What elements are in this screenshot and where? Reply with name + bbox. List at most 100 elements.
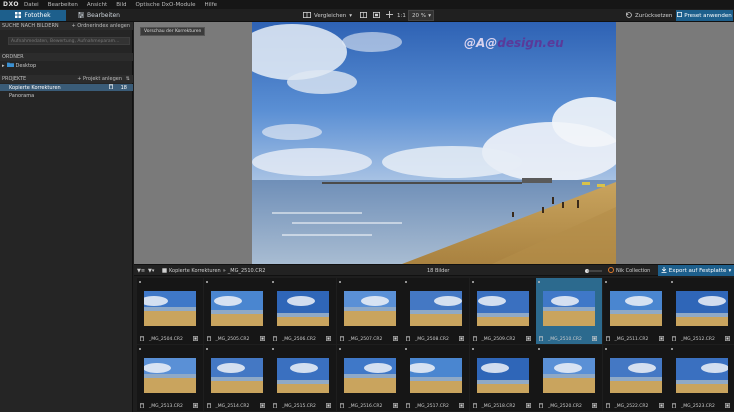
- filter-dropdown[interactable]: ▼▾: [148, 267, 154, 275]
- sort-icon[interactable]: ⇅: [126, 76, 130, 82]
- thumbnail-cell[interactable]: _MG_2513.CR2: [137, 345, 203, 411]
- tab-edit[interactable]: Bearbeiten: [66, 10, 132, 21]
- pick-marker[interactable]: [338, 348, 341, 350]
- pick-marker[interactable]: [604, 281, 607, 283]
- thumbnail-cell[interactable]: _MG_2516.CR2: [336, 345, 403, 411]
- search-input[interactable]: Aufnahmedaten, Bewertung, Aufnahmeparam.…: [8, 37, 130, 45]
- thumbnail-image[interactable]: [343, 358, 396, 393]
- pick-marker[interactable]: [139, 281, 141, 283]
- menu-view[interactable]: Ansicht: [87, 2, 107, 8]
- breadcrumb-project[interactable]: Kopierte Korrekturen: [169, 268, 221, 274]
- apply-preset-button[interactable]: Preset anwenden: [676, 10, 733, 21]
- trash-icon[interactable]: [109, 84, 113, 91]
- pick-marker[interactable]: [538, 348, 540, 350]
- zoom-select[interactable]: 20 % ▾: [408, 10, 434, 21]
- image-viewer[interactable]: Vorschau der Korrekturen @A@design.eu: [134, 22, 734, 264]
- trash-icon[interactable]: [140, 336, 144, 343]
- trash-icon[interactable]: [273, 403, 277, 410]
- trash-icon[interactable]: [472, 336, 477, 343]
- thumbnail-image[interactable]: [543, 358, 595, 393]
- trash-icon[interactable]: [273, 336, 277, 343]
- fit-view-button[interactable]: [373, 10, 380, 21]
- thumbnail-image[interactable]: [343, 291, 396, 326]
- pick-marker[interactable]: [205, 348, 208, 350]
- trash-icon[interactable]: [140, 403, 144, 410]
- thumbnail-image[interactable]: [609, 358, 662, 393]
- move-tool-button[interactable]: [386, 10, 393, 21]
- create-folder-index-button[interactable]: + Ordnerindex anlegen: [71, 23, 130, 29]
- thumbnail-image[interactable]: [277, 291, 329, 326]
- pick-marker[interactable]: [272, 281, 274, 283]
- menu-file[interactable]: Datei: [24, 2, 39, 8]
- pick-marker[interactable]: [538, 281, 540, 283]
- trash-icon[interactable]: [672, 403, 676, 410]
- thumbnail-image[interactable]: [410, 291, 462, 326]
- thumbnail-cell[interactable]: _MG_2506.CR2: [270, 278, 336, 344]
- pick-marker[interactable]: [471, 281, 474, 283]
- thumbnail-size-slider[interactable]: [584, 267, 602, 275]
- thumbnail-image[interactable]: [543, 291, 595, 326]
- pick-marker[interactable]: [272, 348, 274, 350]
- pick-marker[interactable]: [604, 348, 607, 350]
- pick-marker[interactable]: [405, 348, 407, 350]
- pick-marker[interactable]: [471, 348, 474, 350]
- thumbnail-cell[interactable]: _MG_2507.CR2: [336, 278, 403, 344]
- thumbnail-cell[interactable]: _MG_2518.CR2: [469, 345, 536, 411]
- trash-icon[interactable]: [406, 336, 410, 343]
- export-to-disk-button[interactable]: Export auf Festplatte ▾: [658, 265, 734, 276]
- trash-icon[interactable]: [539, 403, 543, 410]
- thumbnail-cell[interactable]: _MG_2522.CR2: [602, 345, 669, 411]
- menu-help[interactable]: Hilfe: [205, 2, 218, 8]
- thumbnail-image[interactable]: [210, 291, 263, 326]
- thumbnail-cell[interactable]: _MG_2509.CR2: [469, 278, 536, 344]
- sort-dropdown[interactable]: ▼≡: [137, 267, 145, 275]
- pick-marker[interactable]: [205, 281, 208, 283]
- thumbnail-cell[interactable]: _MG_2517.CR2: [403, 345, 469, 411]
- thumbnail-image[interactable]: [410, 358, 462, 393]
- thumbnail-cell[interactable]: _MG_2505.CR2: [203, 278, 270, 344]
- trash-icon[interactable]: [406, 403, 410, 410]
- thumbnail-image[interactable]: [609, 291, 662, 326]
- pick-marker[interactable]: [671, 348, 673, 350]
- thumbnail-cell[interactable]: _MG_2523.CR2: [669, 345, 734, 411]
- trash-icon[interactable]: [339, 336, 344, 343]
- trash-icon[interactable]: [605, 336, 610, 343]
- menu-edit[interactable]: Bearbeiten: [48, 2, 78, 8]
- thumbnail-image[interactable]: [676, 358, 728, 393]
- thumbnail-image[interactable]: [144, 291, 196, 326]
- thumbnail-cell[interactable]: _MG_2510.CR2: [536, 278, 602, 344]
- thumbnail-cell[interactable]: _MG_2520.CR2: [536, 345, 602, 411]
- pick-marker[interactable]: [338, 281, 341, 283]
- trash-icon[interactable]: [672, 336, 676, 343]
- folder-item-desktop[interactable]: ▸ Desktop: [2, 62, 36, 69]
- trash-icon[interactable]: [206, 336, 211, 343]
- thumbnail-cell[interactable]: _MG_2512.CR2: [669, 278, 734, 344]
- trash-icon[interactable]: [539, 336, 543, 343]
- thumbnail-cell[interactable]: _MG_2508.CR2: [403, 278, 469, 344]
- trash-icon[interactable]: [472, 403, 477, 410]
- thumbnail-image[interactable]: [476, 358, 529, 393]
- thumbnail-image[interactable]: [210, 358, 263, 393]
- zoom-1-1-button[interactable]: 1:1: [397, 10, 406, 21]
- pick-marker[interactable]: [671, 281, 673, 283]
- split-view-button[interactable]: [360, 10, 367, 21]
- thumbnail-cell[interactable]: _MG_2515.CR2: [270, 345, 336, 411]
- project-item-copied-corrections[interactable]: Kopierte Korrekturen 18: [0, 84, 133, 91]
- trash-icon[interactable]: [605, 403, 610, 410]
- nik-collection-button[interactable]: Nik Collection: [608, 267, 650, 275]
- compare-button[interactable]: Vergleichen ▾: [303, 10, 352, 21]
- thumbnail-cell[interactable]: _MG_2511.CR2: [602, 278, 669, 344]
- pick-marker[interactable]: [405, 281, 407, 283]
- thumbnail-image[interactable]: [676, 291, 728, 326]
- thumbnail-image[interactable]: [144, 358, 196, 393]
- trash-icon[interactable]: [206, 403, 211, 410]
- thumbnail-image[interactable]: [476, 291, 529, 326]
- thumbnail-image[interactable]: [277, 358, 329, 393]
- create-project-button[interactable]: + Projekt anlegen: [77, 76, 122, 82]
- thumbnail-cell[interactable]: _MG_2504.CR2: [137, 278, 203, 344]
- project-item-panorama[interactable]: Panorama: [0, 92, 133, 99]
- menu-image[interactable]: Bild: [116, 2, 126, 8]
- main-photo[interactable]: [252, 22, 616, 264]
- tab-library[interactable]: Fotothek: [0, 10, 66, 21]
- trash-icon[interactable]: [339, 403, 344, 410]
